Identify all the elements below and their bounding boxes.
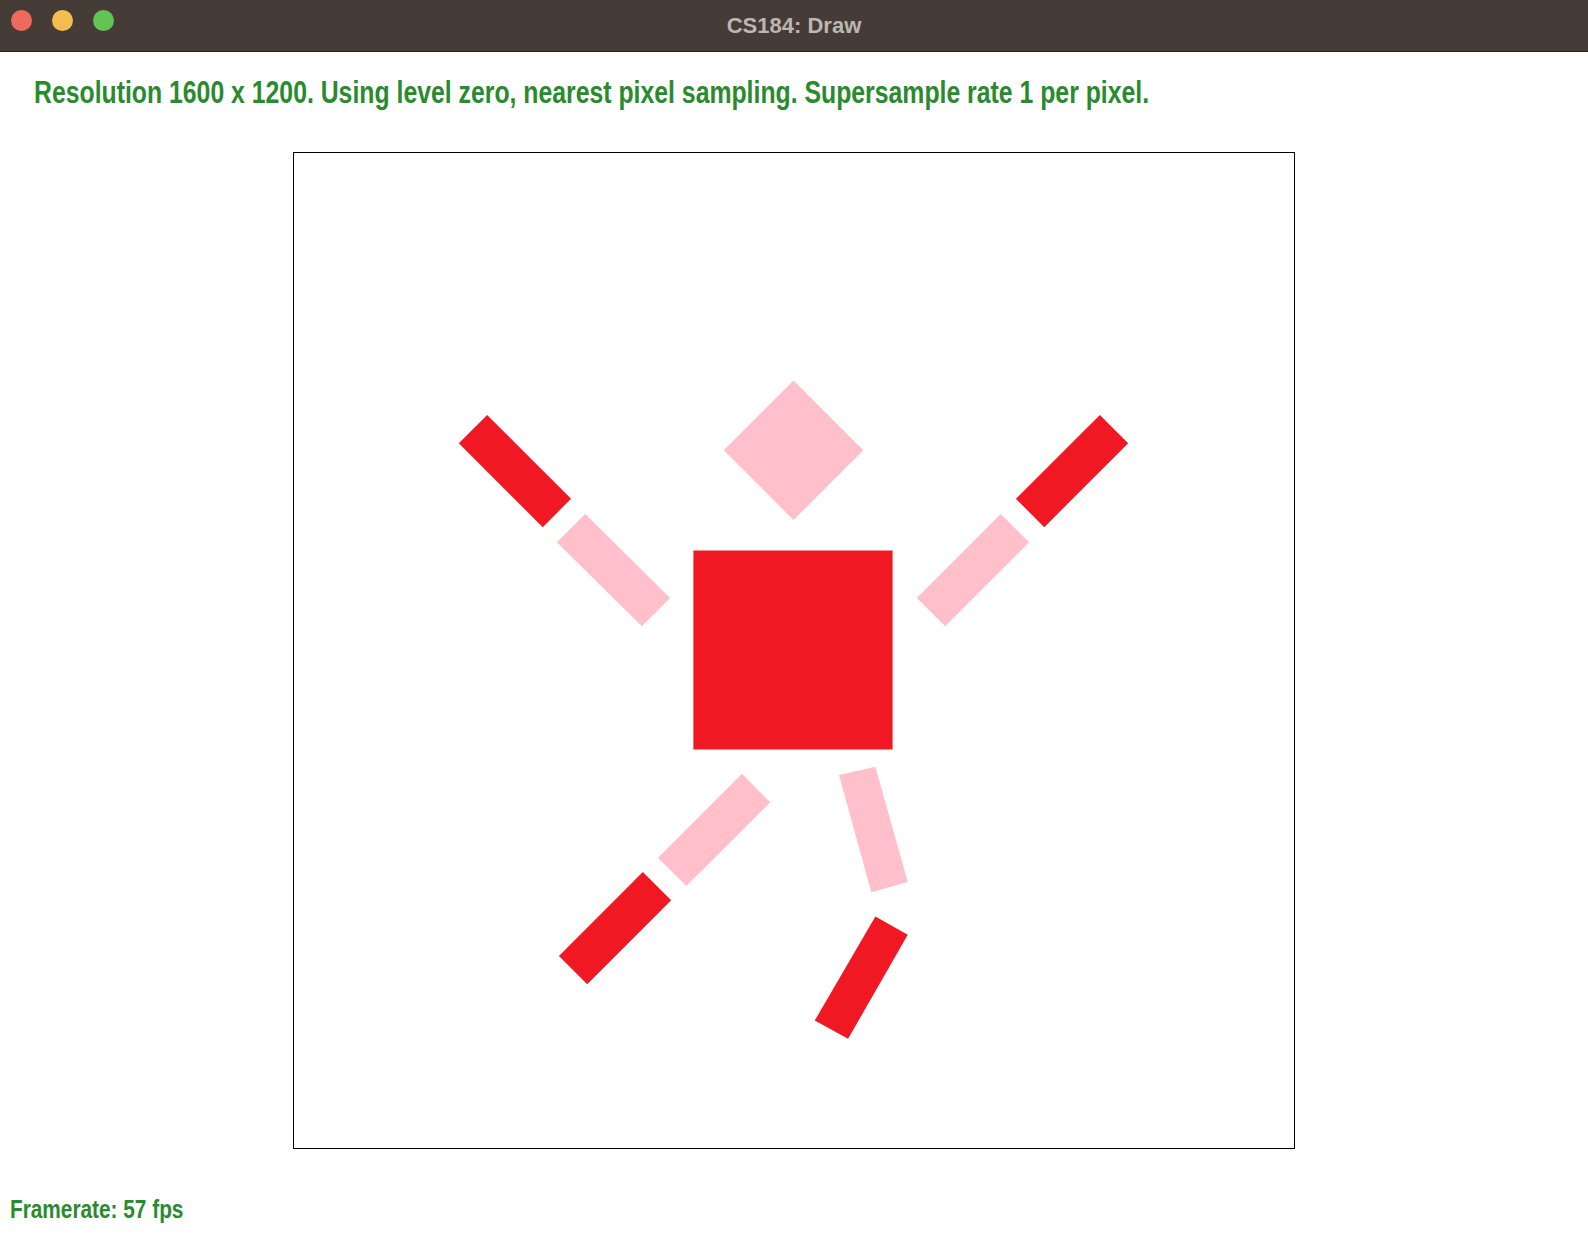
left-shin [559,872,671,984]
footer: Framerate: 57 fps [0,1149,1588,1224]
right-thigh [839,767,908,892]
right-forearm [917,514,1029,626]
right-shin [815,916,908,1038]
left-thigh [658,774,770,886]
title-bar: CS184: Draw [0,0,1588,52]
left-upper-arm [459,415,571,527]
minimize-button[interactable] [52,10,73,31]
app-window: CS184: Draw Resolution 1600 x 1200. Usin… [0,0,1588,1246]
status-text: Resolution 1600 x 1200. Using level zero… [34,76,1149,110]
torso [693,550,892,749]
canvas[interactable] [293,152,1295,1149]
zoom-button[interactable] [93,10,114,31]
head [724,381,864,521]
window-title: CS184: Draw [727,13,862,39]
close-button[interactable] [11,10,32,31]
framerate-text: Framerate: 57 fps [10,1195,183,1224]
window-controls [11,10,114,31]
left-forearm [557,514,670,626]
status-row: Resolution 1600 x 1200. Using level zero… [0,52,1588,104]
canvas-area [0,104,1588,1149]
figure-drawing [294,153,1294,1148]
right-upper-arm [1016,415,1128,527]
